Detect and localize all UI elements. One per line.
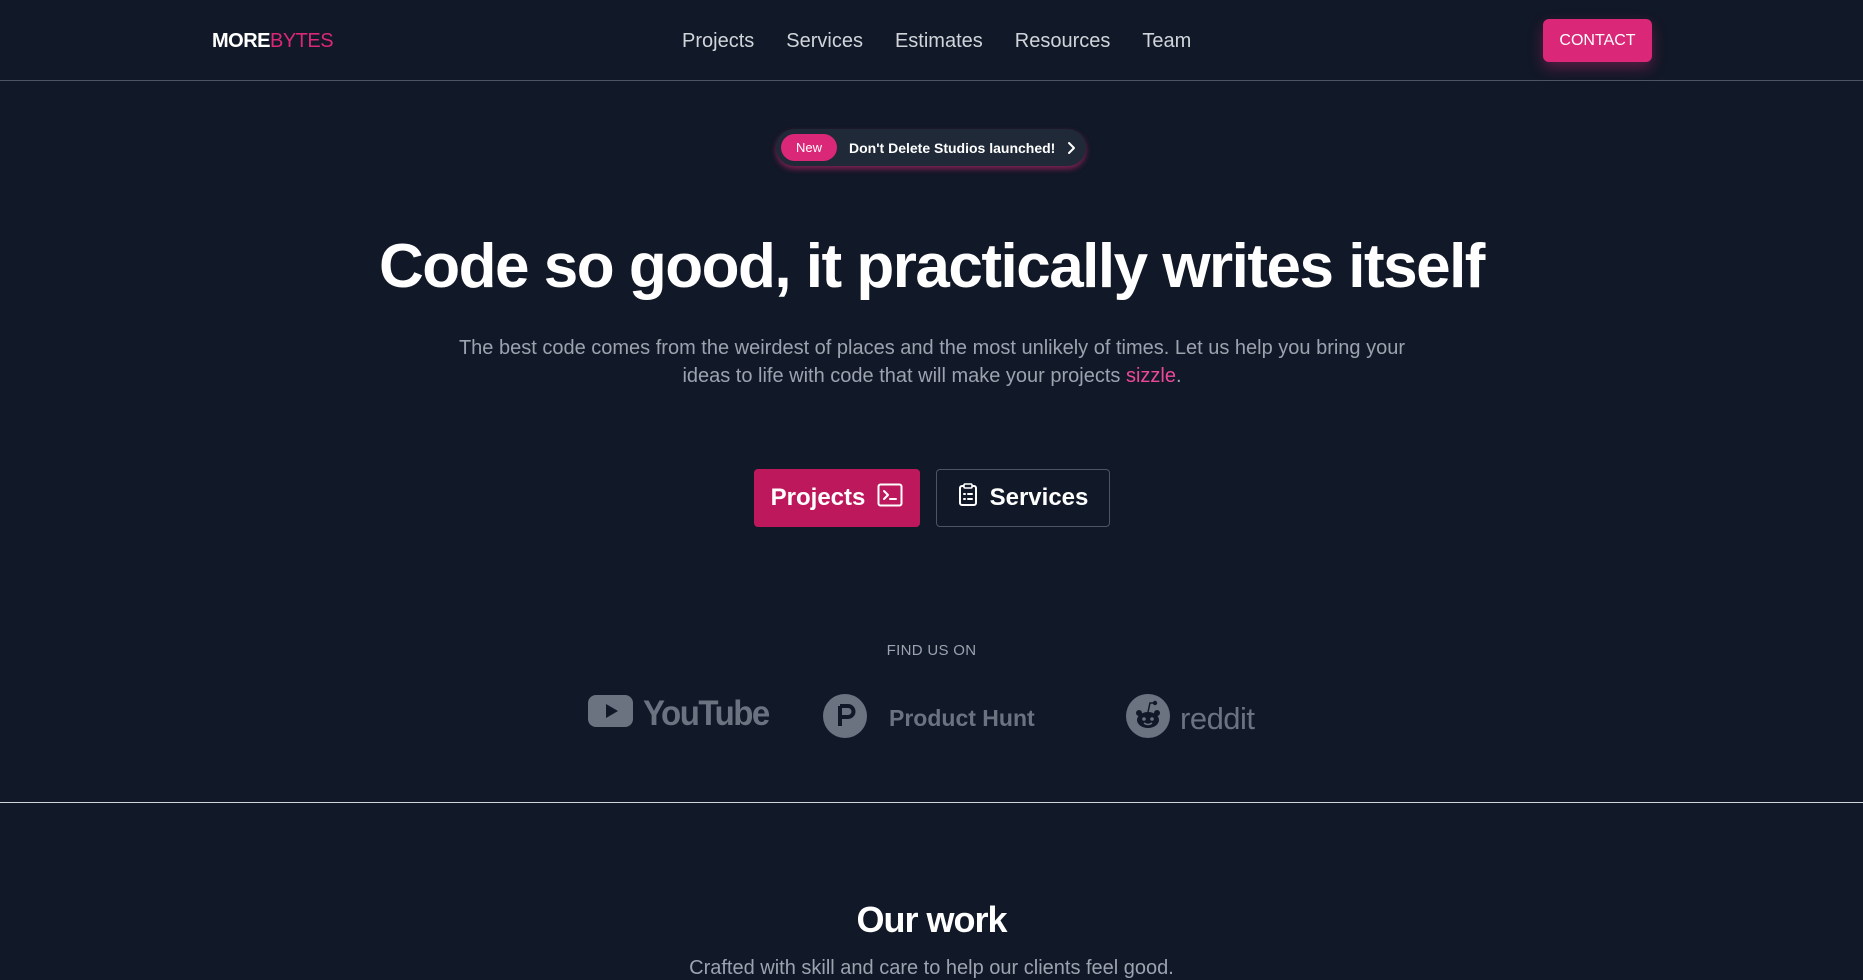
nav-team[interactable]: Team <box>1142 30 1191 53</box>
nav-resources[interactable]: Resources <box>1015 30 1111 53</box>
our-work-title: Our work <box>856 899 1007 940</box>
nav-estimates[interactable]: Estimates <box>895 30 983 53</box>
contact-button[interactable]: CONTACT <box>1543 19 1652 62</box>
section-divider <box>0 802 1863 803</box>
new-badge: New <box>781 134 837 161</box>
our-work-subtitle: Crafted with skill and care to help our … <box>689 957 1174 979</box>
reddit-icon <box>1126 694 1170 743</box>
youtube-icon <box>588 694 633 732</box>
terminal-icon <box>877 483 903 514</box>
youtube-link[interactable]: YouTube <box>588 692 770 733</box>
hero-title: Code so good, it practically writes itse… <box>379 232 1485 301</box>
nav-services[interactable]: Services <box>786 30 863 53</box>
reddit-link[interactable]: reddit <box>1126 694 1255 743</box>
youtube-wordmark: YouTube <box>643 692 770 733</box>
announcement-text: Don't Delete Studios launched! <box>849 139 1056 156</box>
announcement-pill[interactable]: New Don't Delete Studios launched! <box>776 129 1086 166</box>
hero-subtitle: The best code comes from the weirdest of… <box>440 334 1424 390</box>
product-hunt-link[interactable]: Product Hunt <box>823 694 1035 743</box>
projects-button-label: Projects <box>770 484 866 511</box>
logo-part-1: MORE <box>212 30 271 52</box>
nav-projects[interactable]: Projects <box>682 30 754 53</box>
services-button-label: Services <box>989 484 1089 511</box>
projects-button[interactable]: Projects <box>754 469 920 527</box>
product-hunt-wordmark: Product Hunt <box>889 705 1035 731</box>
hero-subtitle-end: . <box>1176 365 1182 387</box>
clipboard-icon <box>958 482 978 514</box>
main-nav: Projects Services Estimates Resources Te… <box>682 30 1191 53</box>
hero-subtitle-text: The best code comes from the weirdest of… <box>458 337 1406 387</box>
product-hunt-icon <box>823 694 867 743</box>
reddit-wordmark: reddit <box>1180 700 1255 736</box>
logo-part-2: BYTES <box>270 30 334 52</box>
logo[interactable]: MOREBYTES <box>212 30 334 53</box>
chevron-right-icon <box>1067 141 1077 155</box>
find-us-label: FIND US ON <box>886 642 977 659</box>
site-header: MOREBYTES Projects Services Estimates Re… <box>0 0 1863 81</box>
hero-subtitle-highlight: sizzle <box>1125 365 1176 387</box>
services-button[interactable]: Services <box>936 469 1110 527</box>
